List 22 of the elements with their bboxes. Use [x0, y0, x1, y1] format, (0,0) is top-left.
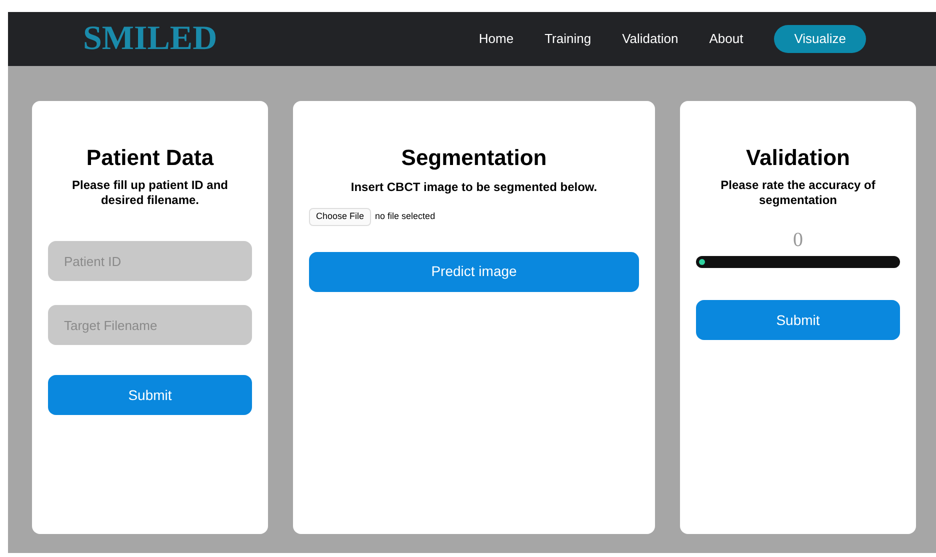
nav-link[interactable]: About	[709, 29, 744, 49]
visualize-button[interactable]: Visualize	[774, 25, 866, 53]
nav-link[interactable]: Training	[544, 29, 592, 49]
card-title: Segmentation	[401, 144, 547, 172]
slider-thumb[interactable]	[699, 259, 705, 265]
card-title: Validation	[746, 144, 850, 172]
rating-slider[interactable]	[696, 256, 900, 268]
submit-button[interactable]: Submit	[48, 375, 252, 415]
submit-button[interactable]: Submit	[696, 300, 900, 340]
predict-button[interactable]: Predict image	[309, 252, 639, 292]
nav-link[interactable]: Home	[478, 29, 514, 49]
card-subtitle: Please rate the accuracy of segmentation	[720, 178, 876, 208]
choose-file-button[interactable]: Choose File	[309, 208, 372, 226]
file-status: no file selected	[375, 210, 436, 223]
input-field[interactable]: Patient ID	[48, 241, 252, 281]
card-subtitle: Insert CBCT image to be segmented below.	[350, 179, 598, 196]
logo: SMILED	[83, 22, 218, 56]
card-subtitle: Please fill up patient ID and desired filename.	[70, 178, 230, 208]
card-title: Patient Data	[86, 144, 214, 172]
input-field[interactable]: Target Filename	[48, 305, 252, 345]
nav-link[interactable]: Validation	[622, 29, 678, 49]
rating-value: 0	[793, 230, 803, 250]
